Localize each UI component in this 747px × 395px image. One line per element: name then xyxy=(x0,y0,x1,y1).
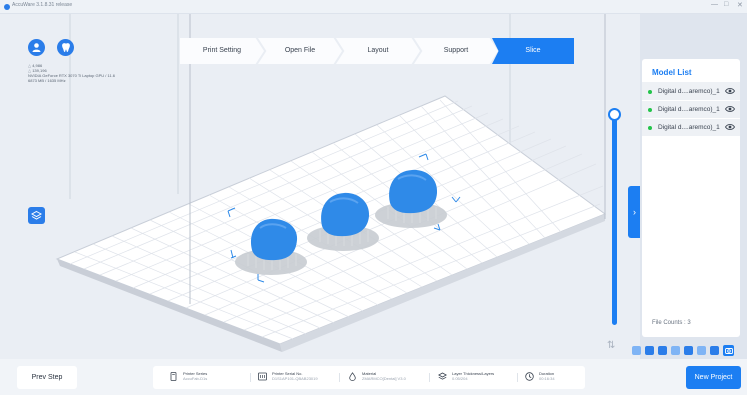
info-duration: Duration 00:16:34 xyxy=(525,371,555,381)
camera-icon xyxy=(724,348,733,354)
view-bottom-icon[interactable] xyxy=(710,346,719,355)
user-icon xyxy=(32,43,41,52)
model-name: Digital d....aremco)_1 xyxy=(658,88,720,95)
divider xyxy=(250,373,251,382)
screenshot-button[interactable] xyxy=(723,345,734,356)
drop-icon xyxy=(349,371,356,381)
collapse-panel-button[interactable]: › xyxy=(628,186,640,238)
chevron-right-icon: › xyxy=(633,207,636,217)
view-front-icon[interactable] xyxy=(645,346,654,355)
model-list-panel: Model List Digital d....aremco)_1 Digita… xyxy=(642,59,740,337)
divider xyxy=(339,373,340,382)
layers-icon xyxy=(31,210,42,220)
tooth-icon xyxy=(61,43,70,52)
info-serial: Printer Serial No. D1S1AP101-QBAB23019 xyxy=(258,371,318,381)
info-printer-series: Printer Series AccuFab-D1s xyxy=(169,371,207,381)
prev-step-button[interactable]: Prev Step xyxy=(17,366,77,389)
eye-icon[interactable] xyxy=(725,123,735,131)
eye-icon[interactable] xyxy=(725,105,735,113)
status-dot xyxy=(648,107,652,112)
view-top-icon[interactable] xyxy=(697,346,706,355)
status-dot xyxy=(648,89,652,94)
model-list-item[interactable]: Digital d....aremco)_1 xyxy=(642,119,740,136)
divider xyxy=(517,373,518,382)
file-count: File Counts : 3 xyxy=(652,320,691,326)
window-title: AccuWare 3.1.8.31 release xyxy=(12,2,73,8)
stat-memory: 6873 MB / 1635 MHz xyxy=(28,78,66,83)
app-logo-icon xyxy=(4,4,10,10)
clock-icon xyxy=(525,371,534,381)
info-material: Material ZMARMCO[Dental] V3.0 xyxy=(348,371,406,381)
status-dot xyxy=(648,125,652,130)
view-back-icon[interactable] xyxy=(658,346,667,355)
step-print-setting[interactable]: Print Setting xyxy=(180,38,264,64)
model-name: Digital d....aremco)_1 xyxy=(658,124,720,131)
bottom-bar: Prev Step Printer Series AccuFab-D1s Pri… xyxy=(0,359,747,395)
print-info-bar: Printer Series AccuFab-D1s Printer Seria… xyxy=(153,366,585,389)
new-project-button[interactable]: New Project xyxy=(686,366,741,389)
title-bar: AccuWare 3.1.8.31 release — □ ✕ xyxy=(0,0,747,14)
printer-icon xyxy=(170,371,177,381)
layers-button[interactable] xyxy=(28,207,45,224)
layer-slider-handle[interactable] xyxy=(608,108,621,121)
layer-slider-track[interactable] xyxy=(612,114,617,325)
step-open-file[interactable]: Open File xyxy=(258,38,342,64)
view-right-icon[interactable] xyxy=(684,346,693,355)
layers-icon xyxy=(438,372,447,380)
model-list-item[interactable]: Digital d....aremco)_1 xyxy=(642,101,740,118)
model-list-item[interactable]: Digital d....aremco)_1 xyxy=(642,83,740,100)
step-slice[interactable]: Slice xyxy=(492,38,574,64)
info-layers: Layer Thickness/Layers 0.05/204 xyxy=(438,371,494,381)
minimize-button[interactable]: — xyxy=(711,1,718,8)
view-toolbar xyxy=(632,345,734,356)
model-name: Digital d....aremco)_1 xyxy=(658,106,720,113)
barcode-icon xyxy=(258,372,267,380)
maximize-button[interactable]: □ xyxy=(724,1,728,8)
step-layout[interactable]: Layout xyxy=(336,38,420,64)
workflow-stepper: Print Setting Open File Layout Support S… xyxy=(180,38,574,64)
user-button[interactable] xyxy=(28,39,45,56)
close-button[interactable]: ✕ xyxy=(737,1,743,9)
step-support[interactable]: Support xyxy=(414,38,498,64)
render-stats: △ 4,986 △ 139,196 NVIDIA GeForce RTX 307… xyxy=(28,63,115,83)
divider xyxy=(429,373,430,382)
swap-direction-icon[interactable]: ⇅ xyxy=(607,340,615,351)
3d-viewport[interactable]: Print Setting Open File Layout Support S… xyxy=(0,14,640,359)
view-iso-icon[interactable] xyxy=(632,346,641,355)
view-left-icon[interactable] xyxy=(671,346,680,355)
eye-icon[interactable] xyxy=(725,87,735,95)
model-list-title: Model List xyxy=(642,59,740,83)
tooth-button[interactable] xyxy=(57,39,74,56)
